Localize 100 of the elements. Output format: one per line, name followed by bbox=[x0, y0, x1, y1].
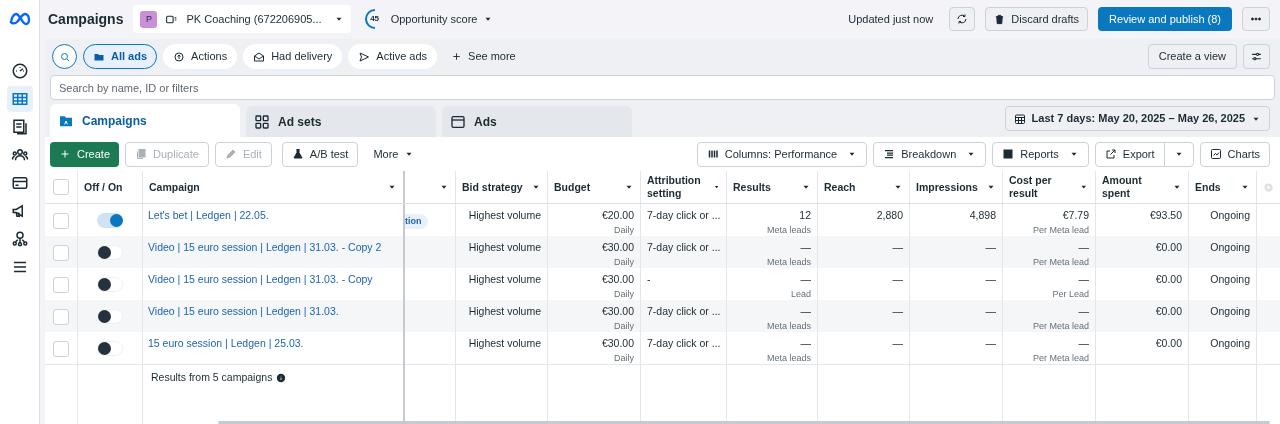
ab-test-button[interactable]: A/B test bbox=[281, 141, 359, 167]
pages-icon bbox=[10, 118, 29, 136]
column-header[interactable]: Reach bbox=[824, 180, 856, 194]
impressions-value: — bbox=[985, 336, 996, 351]
column-header[interactable]: Attribution setting bbox=[647, 174, 713, 200]
column-header[interactable]: Results bbox=[733, 180, 771, 194]
attribution-setting: 7-day click or ... bbox=[647, 304, 721, 319]
reach-value: — bbox=[892, 272, 903, 287]
amount-spent: €0.00 bbox=[1155, 272, 1182, 287]
more-button[interactable]: More bbox=[364, 141, 424, 167]
campaign-link[interactable]: Video | 15 euro session | Ledgen | 31.03. bbox=[148, 305, 339, 317]
budget-period: Daily bbox=[614, 287, 634, 301]
reach-value: 2,880 bbox=[876, 208, 903, 223]
row-checkbox[interactable] bbox=[53, 308, 69, 325]
filter-chip[interactable]: Active ads bbox=[348, 44, 438, 69]
row-checkbox[interactable] bbox=[53, 212, 69, 229]
budget-period: Daily bbox=[614, 319, 634, 333]
results-value: — bbox=[800, 336, 811, 351]
export-split-button[interactable]: Export bbox=[1094, 141, 1194, 167]
date-range-button[interactable]: Last 7 days: May 20, 2025 – May 26, 2025 bbox=[1004, 106, 1270, 131]
budget-amount: €30.00 bbox=[601, 272, 634, 287]
calendar-icon bbox=[1013, 112, 1026, 125]
campaign-link[interactable]: 15 euro session | Ledgen | 25.03. bbox=[148, 337, 304, 349]
network-icon bbox=[10, 230, 29, 248]
opportunity-score-button[interactable]: 45 Opportunity score bbox=[364, 9, 494, 30]
charts-button[interactable]: Charts bbox=[1199, 141, 1270, 167]
impressions-value: — bbox=[985, 272, 996, 287]
create-view-button[interactable]: Create a view bbox=[1147, 44, 1237, 69]
column-header[interactable]: Amount spent bbox=[1102, 174, 1173, 200]
column-header[interactable]: Cost per result bbox=[1009, 174, 1080, 200]
filter-chip[interactable]: Actions bbox=[163, 44, 238, 69]
column-header[interactable]: Impressions bbox=[916, 180, 978, 194]
pencil-icon bbox=[224, 148, 237, 160]
see-more-button[interactable]: See more bbox=[443, 44, 524, 69]
table-nav-button[interactable] bbox=[6, 86, 33, 112]
column-header[interactable]: Bid strategy bbox=[462, 180, 523, 194]
status-toggle[interactable] bbox=[97, 309, 123, 325]
row-checkbox[interactable] bbox=[53, 276, 69, 293]
end-date: Ongoing bbox=[1210, 336, 1250, 351]
cost-per-result: €7.79 bbox=[1062, 208, 1089, 223]
attribution-setting: 7-day click or ... bbox=[647, 208, 721, 223]
table-icon bbox=[10, 90, 29, 108]
select-all-checkbox[interactable] bbox=[53, 179, 69, 195]
filter-chip[interactable]: Had delivery bbox=[243, 44, 343, 69]
plus-icon bbox=[451, 51, 463, 62]
amount-spent: €0.00 bbox=[1155, 336, 1182, 351]
create-button[interactable]: Create bbox=[50, 141, 120, 167]
flask-icon bbox=[291, 148, 304, 160]
status-toggle[interactable] bbox=[97, 341, 123, 357]
breakdown-button[interactable]: Breakdown bbox=[873, 141, 987, 167]
status-toggle[interactable] bbox=[97, 245, 123, 261]
review-publish-button[interactable]: Review and publish (8) bbox=[1098, 7, 1232, 32]
info-icon bbox=[276, 372, 287, 383]
search-field[interactable]: Search by name, ID or filters bbox=[50, 75, 1275, 100]
row-checkbox[interactable] bbox=[53, 244, 69, 261]
results-summary: Results from 5 campaigns bbox=[151, 370, 273, 385]
column-header[interactable]: Off / On bbox=[84, 180, 123, 194]
cost-type: Per Lead bbox=[1052, 287, 1089, 301]
attribution-setting: 7-day click or ... bbox=[647, 336, 721, 351]
budget-period: Daily bbox=[614, 351, 634, 365]
status-toggle[interactable] bbox=[97, 277, 123, 293]
level-tab[interactable]: Campaigns bbox=[50, 104, 240, 137]
reports-button[interactable]: Reports bbox=[992, 141, 1089, 167]
campaign-link[interactable]: Video | 15 euro session | Ledgen | 31.03. - Copy bbox=[148, 273, 373, 285]
level-tab[interactable]: Ad sets bbox=[246, 106, 436, 137]
send-icon bbox=[358, 50, 371, 63]
cost-per-result: — bbox=[1078, 304, 1089, 319]
reach-value: — bbox=[892, 240, 903, 255]
results-type: Meta leads bbox=[766, 255, 811, 269]
row-checkbox[interactable] bbox=[53, 340, 69, 357]
account-selector[interactable]: P PK Coaching (672206905... bbox=[133, 5, 351, 34]
cost-per-result: — bbox=[1078, 240, 1089, 255]
column-header[interactable]: Ends bbox=[1195, 180, 1221, 194]
bid-strategy: Highest volume bbox=[468, 336, 541, 351]
discard-drafts-button[interactable]: Discard drafts bbox=[985, 7, 1089, 32]
campaign-link[interactable]: Let's bet | Ledgen | 22.05. bbox=[148, 209, 269, 221]
columns-button[interactable]: Columns: Performance bbox=[696, 141, 868, 167]
results-type: Meta leads bbox=[766, 319, 811, 333]
attribution-setting: 7-day click or ... bbox=[647, 240, 721, 255]
results-value: — bbox=[800, 304, 811, 319]
more-options-button[interactable] bbox=[1242, 7, 1270, 32]
column-header[interactable]: Budget bbox=[554, 180, 591, 194]
horizontal-scrollbar[interactable] bbox=[218, 421, 1270, 424]
export-button[interactable]: Export bbox=[1095, 142, 1165, 166]
attribution-setting: - bbox=[647, 272, 651, 287]
results-value: — bbox=[800, 240, 811, 255]
level-tab[interactable]: Ads bbox=[442, 106, 632, 137]
column-header[interactable]: Campaign bbox=[149, 180, 200, 194]
filter-chip[interactable]: All ads bbox=[83, 44, 158, 69]
gauge-icon bbox=[10, 62, 29, 80]
filter-settings-button[interactable] bbox=[1243, 44, 1270, 69]
chart-icon bbox=[1209, 148, 1222, 160]
status-toggle[interactable] bbox=[97, 213, 123, 229]
update-status: Updated just now bbox=[848, 12, 934, 27]
campaign-link[interactable]: Video | 15 euro session | Ledgen | 31.03. - Copy 2 bbox=[148, 241, 382, 253]
grid-icon bbox=[254, 113, 270, 130]
amount-spent: €93.50 bbox=[1149, 208, 1182, 223]
refresh-button[interactable] bbox=[949, 7, 976, 32]
arrow-circle-icon bbox=[173, 50, 186, 63]
search-button[interactable] bbox=[52, 44, 77, 69]
